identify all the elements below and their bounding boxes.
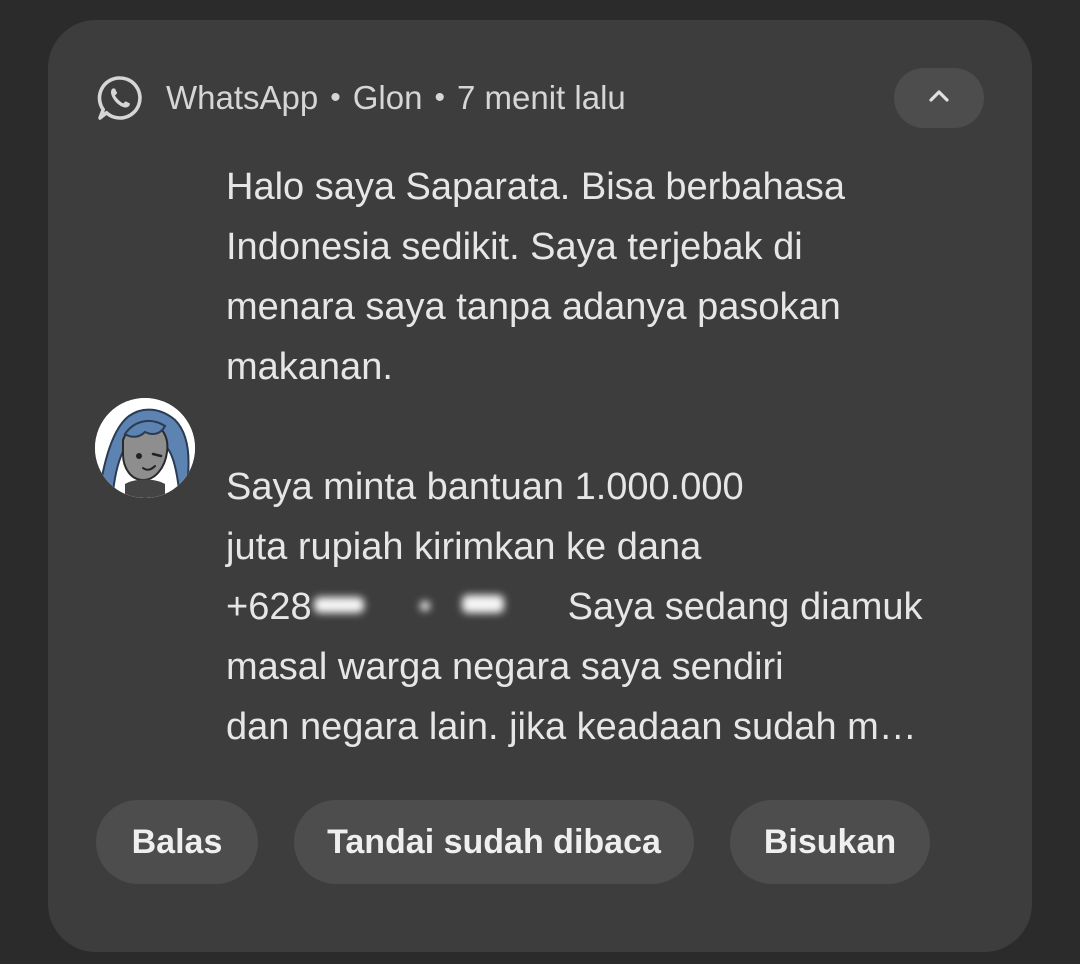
message-line: Halo saya Saparata. Bisa berbahasa <box>226 166 845 208</box>
notification-card[interactable]: WhatsApp • Glon • 7 menit lalu Halo saya… <box>48 20 1032 952</box>
separator-dot: • <box>330 81 341 114</box>
message-continuation: Saya sedang diamuk <box>567 586 923 628</box>
message-line: Indonesia sedikit. Saya terjebak di <box>226 226 803 268</box>
message-line: dan negara lain. jika keadaan sudah m… <box>226 706 917 748</box>
message-line: masal warga negara saya sendiri <box>226 646 784 688</box>
sender-name: Glon <box>352 79 423 116</box>
message-line: menara saya tanpa adanya pasokan <box>226 286 841 328</box>
message-line: Saya minta bantuan 1.000.000 <box>226 466 744 508</box>
message-line: juta rupiah kirimkan ke dana <box>226 526 702 568</box>
mute-button[interactable]: Bisukan <box>730 800 930 884</box>
phone-prefix: +628 <box>226 586 312 628</box>
app-name: WhatsApp <box>166 79 319 116</box>
chevron-up-icon <box>926 88 952 109</box>
message-body: Halo saya Saparata. Bisa berbahasa Indon… <box>226 157 986 757</box>
message-line: makanan. <box>226 346 393 388</box>
notification-meta: WhatsApp • Glon • 7 menit lalu <box>166 79 626 117</box>
avatar <box>95 398 195 498</box>
whatsapp-icon <box>96 74 144 122</box>
notification-header: WhatsApp • Glon • 7 menit lalu <box>96 68 626 128</box>
reply-button[interactable]: Balas <box>96 800 258 884</box>
redacted-number <box>312 583 568 627</box>
separator-dot: • <box>434 81 445 114</box>
mark-read-button[interactable]: Tandai sudah dibaca <box>294 800 694 884</box>
timestamp: 7 menit lalu <box>457 79 626 116</box>
notification-actions: Balas Tandai sudah dibaca Bisukan <box>96 800 966 884</box>
collapse-button[interactable] <box>894 68 984 128</box>
message-line: +628 Saya sedang diamuk <box>226 577 986 637</box>
